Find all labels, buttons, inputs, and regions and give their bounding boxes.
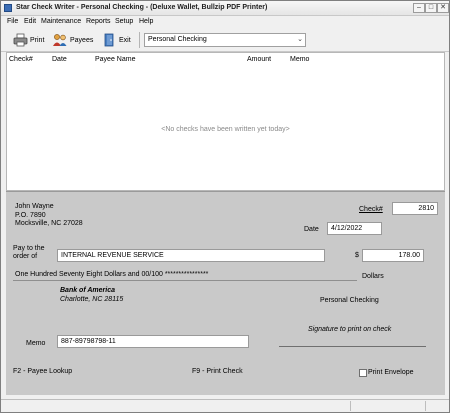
toolbar-separator (139, 32, 140, 48)
minimize-button[interactable]: – (413, 3, 425, 13)
exit-button[interactable]: Exit (103, 32, 131, 48)
check-number-label: Check# (359, 206, 383, 213)
owner-name: John Wayne (15, 203, 54, 210)
memo-value: 887-89798798-11 (61, 338, 116, 345)
owner-address-line2: Mocksville, NC 27028 (15, 220, 83, 227)
print-label: Print (30, 36, 45, 44)
window-title: Star Check Writer - Personal Checking - … (16, 4, 268, 11)
amount-words-line (13, 280, 357, 281)
chevron-down-icon: ⌄ (297, 36, 303, 43)
column-header-check-number[interactable]: Check# (9, 56, 33, 63)
account-select-value: Personal Checking (148, 36, 207, 43)
status-panel-main (1, 401, 351, 411)
check-number-field[interactable]: 2810 (392, 202, 438, 215)
print-button[interactable]: Print (13, 32, 44, 48)
menu-maintenance[interactable]: Maintenance (41, 18, 81, 25)
app-window: Star Check Writer - Personal Checking - … (0, 0, 450, 413)
title-bar: Star Check Writer - Personal Checking - … (1, 1, 449, 16)
menu-reports[interactable]: Reports (86, 18, 111, 25)
memo-field[interactable]: 887-89798798-11 (57, 335, 249, 348)
bank-location: Charlotte, NC 28115 (60, 296, 124, 303)
payees-label: Payees (70, 36, 94, 44)
printer-icon (13, 33, 28, 47)
checks-list[interactable]: Check# Date Payee Name Amount Memo <No c… (6, 52, 445, 191)
toolbar: Print Payees Exit Personal Checking ⌄ (1, 28, 449, 52)
pay-to-label-line2: order of (13, 253, 38, 260)
amount-value: 178.00 (398, 252, 420, 259)
dollar-sign: $ (355, 252, 359, 259)
status-panel-secondary (351, 401, 426, 411)
payee-field[interactable]: INTERNAL REVENUE SERVICE (57, 249, 325, 262)
amount-in-words: One Hundred Seventy Eight Dollars and 00… (15, 271, 209, 278)
menu-help[interactable]: Help (139, 18, 153, 25)
date-value: 4/12/2022 (331, 225, 363, 232)
pay-to-label-line1: Pay to the (13, 245, 45, 252)
column-header-date[interactable]: Date (52, 56, 67, 63)
empty-list-message: <No checks have been written yet today> (161, 126, 290, 133)
print-envelope-label[interactable]: Print Envelope (368, 369, 414, 376)
owner-address-line1: P.O. 7890 (15, 212, 46, 219)
print-envelope-checkbox[interactable] (359, 369, 367, 377)
menu-bar: File Edit Maintenance Reports Setup Help (1, 17, 449, 28)
payees-button[interactable]: Payees (52, 32, 93, 48)
account-select[interactable]: Personal Checking ⌄ (144, 33, 306, 47)
payee-value: INTERNAL REVENUE SERVICE (61, 252, 164, 259)
menu-file[interactable]: File (7, 18, 18, 25)
column-header-amount[interactable]: Amount (247, 56, 271, 63)
column-header-payee-name[interactable]: Payee Name (95, 56, 135, 63)
exit-door-icon (104, 33, 114, 47)
people-icon (53, 34, 67, 46)
maximize-button[interactable]: □ (425, 3, 437, 13)
check-form: John Wayne P.O. 7890 Mocksville, NC 2702… (6, 191, 445, 395)
status-bar (1, 399, 449, 412)
bank-name: Bank of America (60, 287, 115, 294)
date-field[interactable]: 4/12/2022 (327, 222, 382, 235)
close-button[interactable]: ✕ (437, 3, 449, 13)
dollars-label: Dollars (362, 273, 384, 280)
print-check-hint: F9 - Print Check (192, 368, 243, 375)
date-label: Date (304, 226, 319, 233)
exit-label: Exit (119, 36, 131, 44)
memo-label: Memo (26, 340, 46, 347)
check-number-value: 2810 (418, 205, 434, 212)
signature-text: Signature to print on check (308, 326, 392, 333)
column-header-memo[interactable]: Memo (290, 56, 309, 63)
payee-lookup-hint: F2 - Payee Lookup (13, 368, 73, 375)
amount-field[interactable]: 178.00 (362, 249, 424, 262)
account-name: Personal Checking (320, 297, 379, 304)
menu-setup[interactable]: Setup (115, 18, 133, 25)
menu-edit[interactable]: Edit (24, 18, 36, 25)
signature-line (279, 346, 426, 347)
app-icon (4, 4, 12, 12)
